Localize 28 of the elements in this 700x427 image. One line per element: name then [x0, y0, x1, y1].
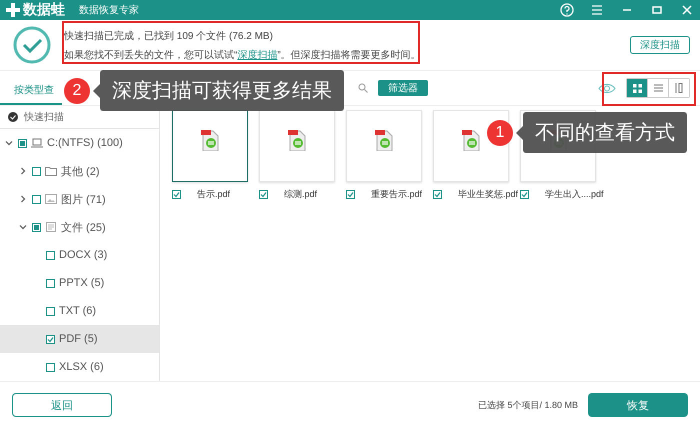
tree-item[interactable]: XLSX (6) — [59, 361, 104, 373]
tree-item[interactable]: TXT (6) — [59, 305, 96, 317]
recover-button[interactable]: 恢复 — [588, 393, 688, 417]
file-name: 学生出入....pdf — [545, 188, 604, 201]
scan-hint: 如果您找不到丢失的文件，您可以试试“深度扫描”。但深度扫描将需要更多时间。 — [64, 48, 422, 63]
scan-mode[interactable]: 快速扫描 — [24, 110, 64, 124]
file-name: 重要告示.pdf — [371, 188, 422, 201]
app-name: 数据蛙 — [23, 1, 65, 19]
deep-scan-button[interactable]: 深度扫描 — [630, 36, 690, 54]
tree-item[interactable]: 图片 (71) — [61, 192, 106, 206]
scan-summary: 快速扫描已完成，已找到 109 个文件 (76.2 MB) — [64, 30, 274, 44]
file-name: 毕业生奖惩.pdf — [458, 188, 518, 201]
file-name: 告示.pdf — [197, 188, 230, 201]
selection-status: 已选择 5个项目/ 1.80 MB — [478, 398, 578, 412]
tree-item[interactable]: 其他 (2) — [61, 164, 100, 178]
file-name: 综测.pdf — [284, 188, 318, 201]
tab[interactable]: 按类型查 — [0, 83, 62, 105]
step-number: 1 — [487, 120, 513, 146]
step-number: 2 — [64, 78, 90, 104]
tree-item[interactable]: C:(NTFS) (100) — [47, 137, 123, 149]
back-button[interactable]: 返回 — [12, 393, 112, 417]
tree-item[interactable]: DOCX (3) — [59, 249, 108, 261]
filter-button[interactable]: 筛选器 — [378, 80, 428, 96]
tree-item[interactable]: PPTX (5) — [59, 277, 104, 289]
deep-scan-link[interactable]: 深度扫描 — [237, 50, 278, 61]
app-subtitle: 数据恢复专家 — [79, 4, 139, 17]
tree-item[interactable]: 文件 (25) — [61, 220, 106, 234]
tree-item[interactable]: PDF (5) — [59, 333, 98, 345]
